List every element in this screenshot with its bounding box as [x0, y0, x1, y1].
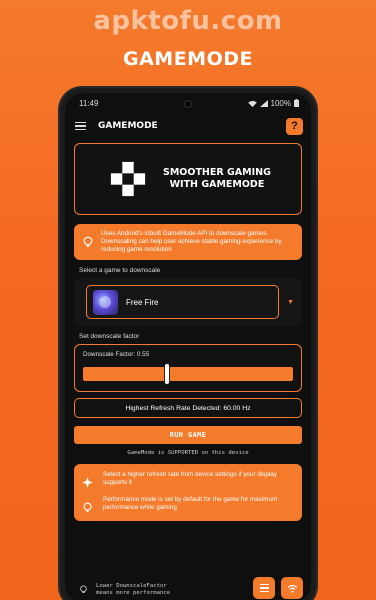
downscale-label: Set downscale factor: [79, 333, 140, 340]
lightbulb-icon: [83, 236, 93, 247]
game-app-icon: [93, 289, 118, 315]
tips-card: Select a higher refresh rate from device…: [74, 464, 302, 521]
chevron-down-icon[interactable]: ▼: [287, 299, 294, 306]
promo-title: GAMEMODE: [123, 48, 253, 70]
wifi-fab-button[interactable]: [281, 577, 303, 599]
legend-text: Lower DownscaleFactor means more perform…: [96, 583, 170, 597]
tip-text: Performance mode is set by default for t…: [103, 496, 278, 511]
watermark-text: apktofu.com: [93, 6, 283, 36]
hamburger-menu-icon[interactable]: [75, 121, 86, 131]
support-status-text: GameMode is SUPPORTED on this device: [127, 450, 249, 456]
tip-item: Select a higher refresh rate from device…: [82, 471, 294, 488]
tip-item: Performance mode is set by default for t…: [82, 496, 294, 513]
banner-text: SMOOTHER GAMING WITH GAMEMODE: [163, 167, 271, 191]
phone-frame: 11:49 100% GAMEMODE ? SMOOTHER GAMING WI…: [60, 88, 316, 600]
battery-icon: [294, 99, 299, 107]
game-select-label: Select a game to downscale: [79, 267, 161, 274]
downscale-panel: Downscale Factor: 0.55: [74, 344, 302, 392]
status-icons: 100%: [247, 98, 299, 108]
refresh-rate-panel: Highest Refresh Rate Detected: 60.00 Hz: [74, 398, 302, 418]
list-fab-button[interactable]: [253, 577, 275, 599]
selected-game-name: Free Fire: [126, 297, 159, 307]
tip-text: Select a higher refresh rate from device…: [103, 471, 277, 486]
downscale-slider[interactable]: [83, 363, 293, 385]
info-text: Uses Android's inbuilt GameMode API to d…: [101, 230, 282, 253]
star-icon: [82, 477, 93, 488]
battery-percent: 100%: [270, 98, 291, 108]
app-screen: 11:49 100% GAMEMODE ? SMOOTHER GAMING WI…: [65, 93, 311, 600]
app-title: GAMEMODE: [98, 121, 158, 131]
game-select-panel: Free Fire ▼: [74, 278, 302, 326]
list-icon: [259, 583, 269, 593]
lightbulb-icon: [80, 585, 87, 593]
banner-line-2: WITH GAMEMODE: [169, 179, 265, 190]
hero-banner: SMOOTHER GAMING WITH GAMEMODE: [74, 143, 302, 215]
gamepad-icon: [110, 161, 146, 197]
run-game-button[interactable]: RUN GAME: [74, 426, 302, 444]
legend-line-2: means more performance: [96, 590, 171, 596]
app-bar: GAMEMODE ?: [65, 113, 311, 139]
help-button[interactable]: ?: [286, 117, 303, 135]
info-card: Uses Android's inbuilt GameMode API to d…: [74, 224, 302, 260]
lightbulb-icon: [83, 502, 92, 512]
status-time: 11:49: [79, 98, 99, 108]
camera-cutout: [184, 100, 192, 108]
wifi-icon: [287, 584, 297, 593]
slider-thumb[interactable]: [164, 363, 170, 385]
banner-line-1: SMOOTHER GAMING: [163, 167, 271, 178]
legend-line-1: Lower DownscaleFactor: [96, 583, 167, 589]
downscale-factor-text: Downscale Factor: 0.55: [83, 351, 150, 358]
wifi-status-icon: [247, 100, 257, 107]
game-select-dropdown[interactable]: Free Fire: [86, 285, 280, 319]
legend-note: Lower DownscaleFactor means more perform…: [79, 583, 170, 597]
signal-icon: [259, 99, 268, 107]
